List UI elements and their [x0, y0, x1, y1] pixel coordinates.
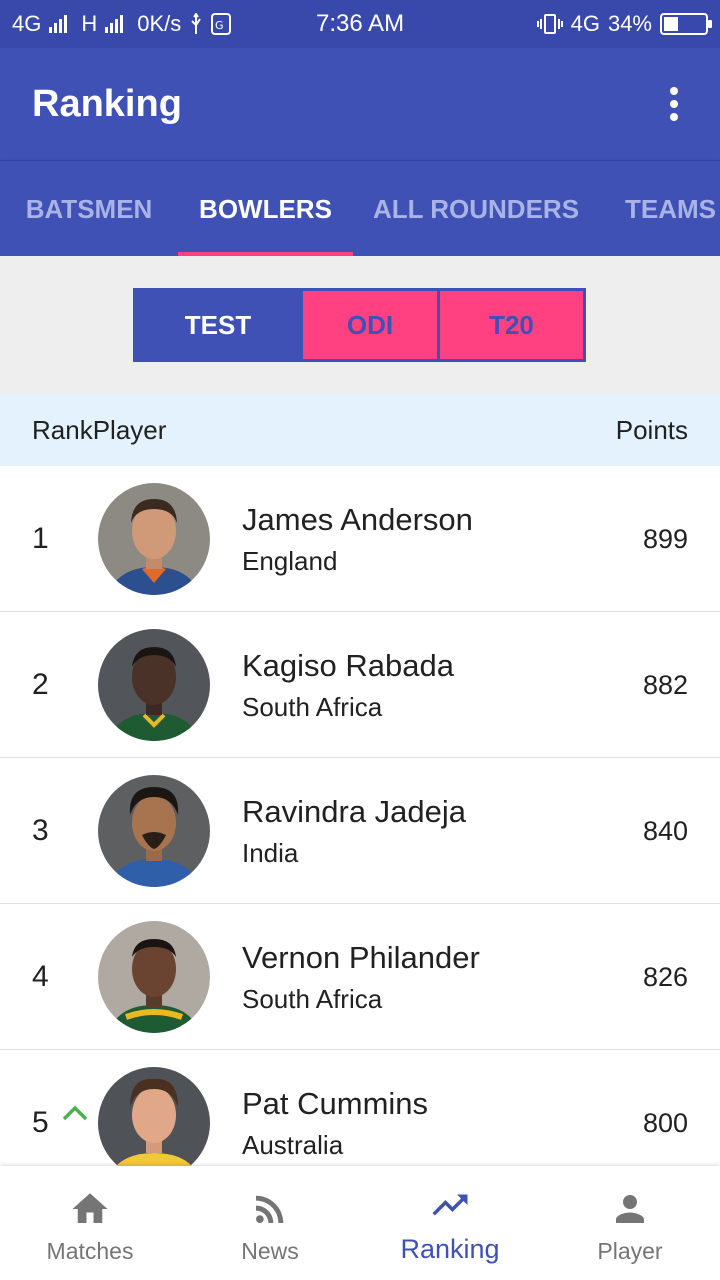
player-points: 840	[642, 815, 688, 846]
tab-label: BATSMEN	[25, 193, 153, 224]
player-name: Pat Cummins	[242, 1086, 429, 1121]
format-t20-button[interactable]: T20	[437, 291, 583, 359]
nav-ranking[interactable]: Ranking	[360, 1166, 540, 1280]
player-avatar	[98, 775, 210, 887]
format-filter-area: TEST ODI T20	[0, 256, 720, 394]
status-bar: 4G H 0K/s G 7:36 AM 4G 34%	[0, 0, 720, 48]
rank-number: 5	[32, 1106, 49, 1139]
player-name: Vernon Philander	[242, 940, 480, 975]
translate-icon: G	[211, 13, 232, 35]
rank-number: 3	[32, 814, 49, 847]
trending-up-icon	[432, 1194, 468, 1216]
rank-player-header: RankPlayer	[32, 414, 167, 445]
tab-teams[interactable]: TEAMS	[599, 161, 720, 257]
tab-bowlers[interactable]: BOWLERS	[178, 161, 353, 257]
tab-label: ALL ROUNDERS	[372, 193, 580, 224]
format-odi-button[interactable]: ODI	[300, 291, 437, 359]
player-country: Australia	[242, 1130, 344, 1160]
more-vert-icon[interactable]	[660, 79, 688, 129]
tab-label: BOWLERS	[199, 193, 332, 224]
signal-icon	[49, 15, 68, 33]
nav-player[interactable]: Player	[540, 1166, 720, 1280]
category-tabs: BATSMEN BOWLERS ALL ROUNDERS TEAMS	[0, 160, 720, 257]
signal-icon-2	[105, 15, 124, 33]
player-avatar	[98, 1067, 210, 1166]
player-name: Kagiso Rabada	[242, 648, 454, 683]
player-avatar	[98, 921, 210, 1033]
format-segmented-control: TEST ODI T20	[133, 288, 586, 362]
tab-label: TEAMS	[625, 193, 716, 224]
player-points: 826	[642, 961, 688, 992]
player-name: James Anderson	[242, 502, 473, 537]
data-speed: 0K/s	[137, 11, 182, 36]
network-type-label: 4G	[12, 11, 42, 36]
rss-feed-icon	[256, 1195, 284, 1223]
clock: 7:36 AM	[316, 10, 405, 37]
player-country: South Africa	[242, 984, 383, 1014]
person-icon	[616, 1195, 644, 1223]
ranking-row[interactable]: 1 James Anderson England 899	[0, 466, 720, 612]
page-title: Ranking	[32, 82, 182, 125]
player-points: 899	[642, 523, 688, 554]
vibrate-icon	[536, 14, 563, 34]
nav-label: Matches	[46, 1238, 134, 1264]
home-icon	[72, 1193, 108, 1223]
tab-batsmen[interactable]: BATSMEN	[0, 161, 178, 257]
ranking-list[interactable]: 1 James Anderson England 899 2 Kagiso Ra…	[0, 466, 720, 1166]
player-name: Ravindra Jadeja	[242, 794, 467, 829]
ranking-row[interactable]: 5 Pat Cummins Australia 800	[0, 1050, 720, 1166]
usb-icon	[191, 13, 202, 34]
format-test-button[interactable]: TEST	[136, 291, 300, 359]
player-points: 800	[642, 1107, 688, 1138]
trend-up-icon	[62, 1105, 88, 1121]
player-avatar	[98, 483, 210, 595]
ranking-row[interactable]: 4 Vernon Philander South Africa 826	[0, 904, 720, 1050]
app-bar: Ranking	[0, 48, 720, 160]
nav-news[interactable]: News	[180, 1166, 360, 1280]
tab-all-rounders[interactable]: ALL ROUNDERS	[353, 161, 599, 257]
ranking-row[interactable]: 2 Kagiso Rabada South Africa 882	[0, 612, 720, 758]
player-country: South Africa	[242, 692, 383, 722]
rank-number: 2	[32, 668, 49, 701]
points-header: Points	[615, 414, 688, 445]
ranking-table-header: RankPlayer Points	[0, 394, 720, 466]
rank-number: 4	[32, 960, 49, 993]
nav-matches[interactable]: Matches	[0, 1166, 180, 1280]
bottom-navigation: Matches News Ranking Player	[0, 1166, 720, 1280]
battery-percent: 34%	[607, 11, 652, 36]
nav-label: News	[241, 1238, 299, 1264]
network-h-label: H	[81, 11, 98, 36]
player-country: India	[242, 838, 299, 868]
player-country: England	[242, 546, 338, 576]
player-avatar	[98, 629, 210, 741]
svg-text:G: G	[215, 19, 224, 32]
player-points: 882	[642, 669, 688, 700]
battery-icon	[660, 13, 712, 35]
rank-number: 1	[32, 522, 49, 555]
nav-label: Ranking	[400, 1234, 500, 1264]
network-type-right: 4G	[570, 11, 600, 36]
ranking-row[interactable]: 3 Ravindra Jadeja India 840	[0, 758, 720, 904]
nav-label: Player	[597, 1238, 663, 1264]
